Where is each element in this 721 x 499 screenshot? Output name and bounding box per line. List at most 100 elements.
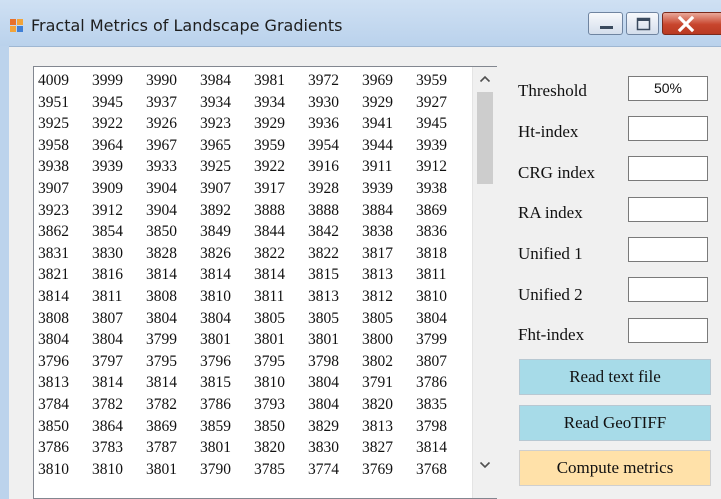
- data-cell: 3892: [200, 201, 231, 219]
- data-cell: 3862: [38, 223, 69, 241]
- data-cell: 3904: [146, 201, 177, 219]
- data-cell: 3842: [308, 223, 339, 241]
- data-cell: 3923: [200, 115, 231, 133]
- data-cell: 3814: [200, 266, 231, 284]
- data-row: 4009 3999 3990 3984 3981 3972 3969 3959: [38, 70, 476, 92]
- data-cell: 3945: [416, 115, 447, 133]
- read-text-file-button[interactable]: Read text file: [519, 359, 711, 395]
- data-cell: 3830: [92, 244, 123, 262]
- data-cell: 3793: [254, 395, 285, 413]
- data-cell: 3791: [362, 374, 393, 392]
- data-cell: 3814: [146, 374, 177, 392]
- data-cell: 3907: [200, 179, 231, 197]
- title-bar: Fractal Metrics of Landscape Gradients: [0, 0, 721, 47]
- data-cell: 3827: [362, 439, 393, 457]
- scroll-thumb[interactable]: [477, 92, 493, 184]
- app-icon: [10, 19, 23, 32]
- compute-metrics-button[interactable]: Compute metrics: [519, 450, 711, 486]
- crg-index-field[interactable]: [628, 156, 708, 181]
- data-cell: 3917: [254, 179, 285, 197]
- data-cell: 3864: [92, 417, 123, 435]
- ra-index-field[interactable]: [628, 197, 708, 222]
- data-cell: 3967: [146, 136, 177, 154]
- data-cell: 3801: [254, 331, 285, 349]
- data-cell: 3818: [416, 244, 447, 262]
- fht-index-field[interactable]: [628, 318, 708, 343]
- data-cell: 3828: [146, 244, 177, 262]
- data-cell: 3835: [416, 395, 447, 413]
- data-row: 3925 3922 3926 3923 3929 3936 3941 3945: [38, 113, 476, 135]
- data-cell: 3912: [416, 158, 447, 176]
- data-cell: 3815: [308, 266, 339, 284]
- data-textbox[interactable]: 4009 3999 3990 3984 3981 3972 3969 3959 3951 3945…: [33, 66, 497, 499]
- data-cell: 3804: [416, 309, 447, 327]
- data-cell: 3972: [308, 72, 339, 89]
- data-cell: 3820: [362, 395, 393, 413]
- data-cell: 3820: [254, 439, 285, 457]
- data-cell: 3783: [92, 439, 123, 457]
- data-cell: 3869: [146, 417, 177, 435]
- data-cell: 3907: [38, 179, 69, 197]
- data-cell: 3831: [38, 244, 69, 262]
- data-row: 3813 3814 3814 3815 3810 3804 3791 3786: [38, 372, 476, 394]
- data-cell: 3816: [92, 266, 123, 284]
- data-cell: 3805: [362, 309, 393, 327]
- data-cell: 3805: [254, 309, 285, 327]
- data-cell: 4009: [38, 72, 69, 89]
- data-cell: 3936: [308, 115, 339, 133]
- data-cell: 3801: [146, 460, 177, 478]
- data-cell: 3811: [92, 287, 123, 305]
- scroll-up-icon[interactable]: [473, 67, 497, 91]
- read-geotiff-button[interactable]: Read GeoTIFF: [519, 405, 711, 441]
- data-row: 3862 3854 3850 3849 3844 3842 3838 3836: [38, 221, 476, 243]
- data-cell: 3939: [92, 158, 123, 176]
- unified-2-field[interactable]: [628, 277, 708, 302]
- data-cell: 3807: [92, 309, 123, 327]
- data-cell: 3933: [146, 158, 177, 176]
- unified-2-label: Unified 2: [518, 285, 583, 304]
- data-cell: 3805: [308, 309, 339, 327]
- data-row: 3804 3804 3799 3801 3801 3801 3800 3799: [38, 329, 476, 351]
- data-cell: 3944: [362, 136, 393, 154]
- data-cell: 3836: [416, 223, 447, 241]
- threshold-label: Threshold: [518, 81, 587, 100]
- data-row: 3831 3830 3828 3826 3822 3822 3817 3818: [38, 243, 476, 265]
- data-cell: 3859: [200, 417, 231, 435]
- data-cell: 3888: [308, 201, 339, 219]
- data-cell: 3884: [362, 201, 393, 219]
- data-cell: 3958: [38, 136, 69, 154]
- data-cell: 3813: [38, 374, 69, 392]
- data-cell: 3804: [146, 309, 177, 327]
- data-cell: 3945: [92, 93, 123, 111]
- vertical-scrollbar[interactable]: [472, 67, 497, 498]
- data-cell: 3826: [200, 244, 231, 262]
- maximize-button[interactable]: [626, 12, 659, 35]
- ht-index-label: Ht-index: [518, 122, 579, 141]
- data-row: 3786 3783 3787 3801 3820 3830 3827 3814: [38, 437, 476, 459]
- data-cell: 3954: [308, 136, 339, 154]
- data-cell: 3810: [254, 374, 285, 392]
- data-cell: 3951: [38, 93, 69, 111]
- ht-index-field[interactable]: [628, 116, 708, 141]
- data-cell: 3829: [308, 417, 339, 435]
- data-cell: 3797: [92, 352, 123, 370]
- data-cell: 3965: [200, 136, 231, 154]
- data-cell: 3930: [308, 93, 339, 111]
- data-cell: 3939: [416, 136, 447, 154]
- scroll-down-icon[interactable]: [473, 453, 497, 477]
- data-cell: 3959: [416, 72, 447, 89]
- unified-1-field[interactable]: [628, 237, 708, 262]
- data-cell: 3804: [92, 331, 123, 349]
- threshold-input[interactable]: 50%: [628, 76, 708, 101]
- maximize-icon: [636, 17, 651, 31]
- data-cell: 3811: [416, 266, 447, 284]
- data-cell: 3830: [308, 439, 339, 457]
- data-cell: 3821: [38, 266, 69, 284]
- data-cell: 3981: [254, 72, 285, 89]
- minimize-button[interactable]: [588, 12, 623, 35]
- data-cell: 3815: [200, 374, 231, 392]
- data-cell: 3802: [362, 352, 393, 370]
- close-button[interactable]: [662, 12, 721, 35]
- data-cell: 3798: [416, 417, 447, 435]
- data-row: 3784 3782 3782 3786 3793 3804 3820 3835: [38, 394, 476, 416]
